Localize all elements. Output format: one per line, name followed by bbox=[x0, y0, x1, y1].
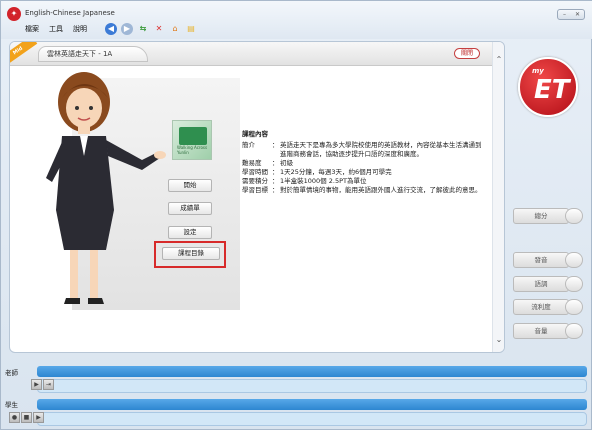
course-details: 課程內容 簡介： 英語走天下是專為多大學院校使用的英語教材，內容從基本生活溝通到… bbox=[242, 130, 486, 195]
menu-file[interactable]: 檔案 bbox=[25, 24, 39, 34]
scroll-down-icon[interactable]: ⌄ bbox=[495, 336, 503, 344]
menu-help[interactable]: 說明 bbox=[73, 24, 87, 34]
detail-row: 學習目標： 對於簡單情境的事物，能用英語跟外國人進行交流，了解彼此的意思。 bbox=[242, 186, 486, 195]
pronunciation-button[interactable]: 發音 bbox=[513, 252, 583, 268]
forward-icon[interactable]: ▶ bbox=[121, 23, 133, 35]
record-icon[interactable]: ● bbox=[9, 412, 20, 423]
back-icon[interactable]: ◀ bbox=[105, 23, 117, 35]
brand-logo-small: my bbox=[532, 67, 544, 75]
score-label: 總分 bbox=[513, 208, 569, 224]
teacher-play-icon[interactable]: ▶ bbox=[31, 379, 42, 390]
teacher-track bbox=[37, 379, 587, 393]
score-toggle[interactable] bbox=[565, 208, 583, 224]
student-track bbox=[37, 412, 587, 426]
scroll-up-icon[interactable]: ⌃ bbox=[495, 56, 503, 64]
window-title: English-Chinese Japanese bbox=[25, 9, 115, 17]
detail-key: 需要積分 bbox=[242, 177, 268, 185]
details-heading: 課程內容 bbox=[242, 130, 268, 138]
detail-value: 1天25分鐘，每週3天，約6個月可學完 bbox=[280, 168, 392, 176]
detail-row: 學習時間： 1天25分鐘，每週3天，約6個月可學完 bbox=[242, 168, 486, 177]
audio-panel: 老師 ▶ ⇥ 學生 ● ■ ▶ bbox=[1, 357, 592, 430]
fluency-label: 流利度 bbox=[513, 299, 569, 315]
language-icon[interactable]: ⇆ bbox=[137, 23, 149, 35]
pronunciation-label: 發音 bbox=[513, 252, 569, 268]
toolbar: ◀ ▶ ⇆ ✕ ⌂ ▤ bbox=[105, 23, 197, 35]
pronunciation-toggle[interactable] bbox=[565, 252, 583, 268]
course-thumbnail-text: Walking Across Yunlin bbox=[177, 145, 208, 155]
folder-icon[interactable]: ▤ bbox=[185, 23, 197, 35]
home-icon[interactable]: ⌂ bbox=[169, 23, 181, 35]
detail-value: 1半盒裝1000個 2.5PT為單位 bbox=[280, 177, 367, 185]
minimize-icon[interactable]: – bbox=[558, 10, 571, 19]
window-controls: – ✕ bbox=[557, 9, 585, 20]
detail-value: 對於簡單情境的事物，能用英語跟外國人進行交流，了解彼此的意思。 bbox=[280, 186, 482, 194]
volume-button[interactable]: 音量 bbox=[513, 323, 583, 339]
student-label: 學生 bbox=[5, 401, 18, 409]
brand-logo: my ET bbox=[518, 57, 578, 117]
vertical-scrollbar[interactable]: ⌃ ⌄ bbox=[492, 42, 504, 352]
student-waveform bbox=[37, 399, 587, 410]
fluency-button[interactable]: 流利度 bbox=[513, 299, 583, 315]
detail-row: 難易度： 初級 bbox=[242, 159, 486, 168]
app-logo-icon: ✦ bbox=[7, 7, 21, 21]
teacher-waveform bbox=[37, 366, 587, 377]
menu-tools[interactable]: 工具 bbox=[49, 24, 63, 34]
brand-logo-big: ET bbox=[534, 75, 570, 105]
window-close-icon[interactable]: ✕ bbox=[571, 10, 584, 19]
content-panel: Mid 雲林英語走天下 - 1A 關閉 ⌃ ⌄ Walking Across Y… bbox=[9, 41, 505, 353]
detail-key: 學習目標 bbox=[242, 186, 268, 194]
detail-row: 簡介： 英語走天下是專為多大學院校使用的英語教材，內容從基本生活溝通到進階商務會… bbox=[242, 141, 486, 159]
report-card-button[interactable]: 成績單 bbox=[168, 202, 212, 215]
detail-value: 英語走天下是專為多大學院校使用的英語教材，內容從基本生活溝通到進階商務會話，協助… bbox=[280, 141, 482, 158]
intonation-button[interactable]: 語調 bbox=[513, 276, 583, 292]
score-button[interactable]: 總分 bbox=[513, 208, 583, 224]
stop-icon[interactable]: ■ bbox=[21, 412, 32, 423]
menu-bar: 檔案 工具 說明 ◀ ▶ ⇆ ✕ ⌂ ▤ bbox=[25, 23, 197, 35]
student-play-icon[interactable]: ▶ bbox=[33, 412, 44, 423]
start-button[interactable]: 開始 bbox=[168, 179, 212, 192]
volume-label: 音量 bbox=[513, 323, 569, 339]
student-controls: ● ■ ▶ bbox=[9, 412, 44, 423]
settings-button[interactable]: 設定 bbox=[168, 226, 212, 239]
map-image bbox=[179, 127, 207, 145]
course-catalog-button[interactable]: 課程目錄 bbox=[162, 247, 220, 260]
detail-key: 難易度 bbox=[242, 159, 262, 167]
detail-key: 學習時間 bbox=[242, 168, 268, 176]
course-thumbnail: Walking Across Yunlin bbox=[172, 120, 212, 160]
fluency-toggle[interactable] bbox=[565, 299, 583, 315]
title-bar: ✦ English-Chinese Japanese 檔案 工具 說明 ◀ ▶ … bbox=[1, 1, 592, 39]
intonation-label: 語調 bbox=[513, 276, 569, 292]
teacher-slow-icon[interactable]: ⇥ bbox=[43, 379, 54, 390]
teacher-label: 老師 bbox=[5, 369, 18, 377]
intonation-toggle[interactable] bbox=[565, 276, 583, 292]
volume-toggle[interactable] bbox=[565, 323, 583, 339]
detail-key: 簡介 bbox=[242, 141, 255, 149]
detail-value: 初級 bbox=[280, 159, 293, 167]
app-window: ✦ English-Chinese Japanese 檔案 工具 說明 ◀ ▶ … bbox=[0, 0, 592, 430]
tutor-character-illustration bbox=[46, 72, 166, 304]
close-tab-button[interactable]: 關閉 bbox=[454, 48, 480, 59]
close-icon[interactable]: ✕ bbox=[153, 23, 165, 35]
detail-row: 需要積分： 1半盒裝1000個 2.5PT為單位 bbox=[242, 177, 486, 186]
teacher-controls: ▶ ⇥ bbox=[31, 379, 54, 390]
